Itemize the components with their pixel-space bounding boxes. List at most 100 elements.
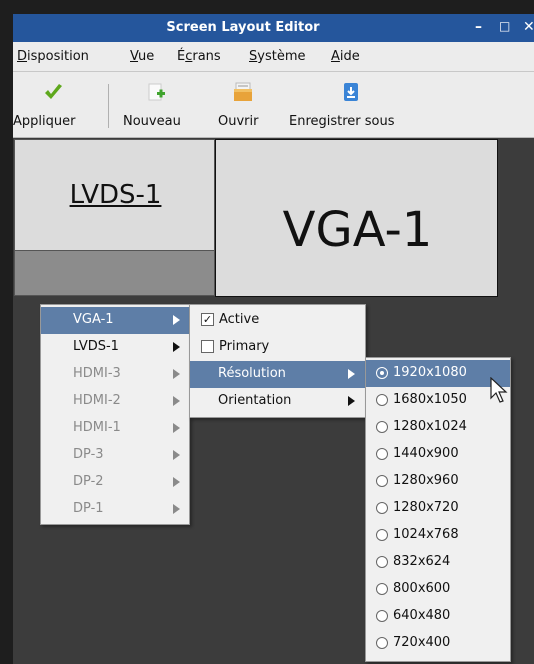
resolution-option-label: 1280x960 — [393, 473, 459, 488]
menu-disposition-label: isposition — [27, 49, 89, 64]
resolution-option[interactable]: 800x600 — [366, 576, 510, 603]
open-label: Ouvrir — [218, 114, 259, 129]
menu-vue[interactable]: Vue — [130, 49, 154, 64]
radio-icon — [376, 475, 388, 487]
new-label: Nouveau — [123, 114, 181, 129]
resolution-option-label: 832x624 — [393, 554, 451, 569]
submenu-arrow-icon — [348, 396, 355, 406]
orientation-menu-item[interactable]: Orientation — [190, 388, 365, 415]
menu-ecrans-pre: É — [177, 49, 186, 64]
active-check-icon: ✓ — [201, 313, 214, 326]
resolution-option[interactable]: 1280x1024 — [366, 414, 510, 441]
resolution-option[interactable]: 1280x720 — [366, 495, 510, 522]
submenu-arrow-icon — [173, 369, 180, 379]
resolution-option-label: 1024x768 — [393, 527, 459, 542]
primary-label: Primary — [219, 339, 270, 354]
output-item-hdmi-1: HDMI-1 — [41, 415, 189, 442]
resolution-option[interactable]: 1920x1080 — [366, 360, 510, 387]
resolution-option-label: 1440x900 — [393, 446, 459, 461]
radio-icon — [376, 448, 388, 460]
mouse-pointer-icon — [490, 377, 508, 403]
output-item-label: HDMI-2 — [73, 393, 121, 408]
output-item-dp-2: DP-2 — [41, 469, 189, 496]
radio-icon — [376, 421, 388, 433]
window-title: Screen Layout Editor — [166, 20, 320, 35]
resolution-option[interactable]: 640x480 — [366, 603, 510, 630]
resolution-option[interactable]: 1440x900 — [366, 441, 510, 468]
menu-aide-label: ide — [339, 49, 360, 64]
menu-ecrans[interactable]: Écrans — [177, 49, 221, 64]
output-item-label: DP-3 — [73, 447, 104, 462]
close-button[interactable]: ✕ — [523, 19, 534, 35]
radio-icon — [376, 583, 388, 595]
output-item-hdmi-2: HDMI-2 — [41, 388, 189, 415]
active-label: Active — [219, 312, 260, 327]
output-item-label: HDMI-1 — [73, 420, 121, 435]
save-icon — [344, 83, 358, 101]
resolution-option-label: 720x400 — [393, 635, 451, 650]
window-titlebar: Screen Layout Editor – □ ✕ — [13, 14, 534, 42]
new-button[interactable]: Nouveau — [118, 72, 196, 138]
radio-icon — [376, 529, 388, 541]
output-item-label: DP-2 — [73, 474, 104, 489]
apply-label: Appliquer — [13, 114, 76, 129]
output-item-lvds-1[interactable]: LVDS-1 — [41, 334, 189, 361]
outputs-menu: VGA-1 LVDS-1 HDMI-3 HDMI-2 HDMI-1 DP-3 D… — [40, 304, 190, 525]
menu-systeme-label: ystème — [257, 49, 306, 64]
submenu-arrow-icon — [173, 477, 180, 487]
menubar: Disposition Vue Écrans Système Aide — [13, 42, 534, 72]
output-item-label: LVDS-1 — [73, 339, 119, 354]
radio-selected-icon — [376, 367, 388, 379]
radio-icon — [376, 556, 388, 568]
resolution-label: Résolution — [218, 366, 286, 381]
submenu-arrow-icon — [173, 423, 180, 433]
screen-lvds-1[interactable]: LVDS-1 — [14, 139, 215, 251]
resolution-option-label: 800x600 — [393, 581, 451, 596]
radio-icon — [376, 502, 388, 514]
resolution-menu-item[interactable]: Résolution — [190, 361, 365, 388]
save-as-button[interactable]: Enregistrer sous — [287, 72, 417, 138]
new-document-icon — [148, 83, 165, 101]
menu-ecrans-label: rans — [192, 49, 221, 64]
submenu-arrow-icon — [348, 369, 355, 379]
menu-aide-accel: A — [331, 49, 340, 64]
screen-vga-1[interactable]: VGA-1 — [215, 139, 498, 297]
resolution-option[interactable]: 1680x1050 — [366, 387, 510, 414]
output-item-label: VGA-1 — [73, 312, 114, 327]
toolbar: Appliquer Nouveau Ouvrir Enregistrer sou… — [13, 72, 534, 138]
resolution-option[interactable]: 1280x960 — [366, 468, 510, 495]
active-checkbox[interactable]: ✓ Active — [190, 307, 365, 334]
resolution-option[interactable]: 1024x768 — [366, 522, 510, 549]
output-item-label: DP-1 — [73, 501, 104, 516]
primary-check-icon — [201, 340, 214, 353]
output-item-hdmi-3: HDMI-3 — [41, 361, 189, 388]
screen-lvds-1-label: LVDS-1 — [69, 180, 162, 210]
apply-button[interactable]: Appliquer — [13, 72, 101, 138]
open-button[interactable]: Ouvrir — [213, 72, 273, 138]
menu-disposition[interactable]: Disposition — [17, 49, 89, 64]
resolution-option-label: 1280x1024 — [393, 419, 467, 434]
radio-icon — [376, 394, 388, 406]
primary-checkbox[interactable]: Primary — [190, 334, 365, 361]
toolbar-separator — [108, 84, 109, 128]
output-item-dp-1: DP-1 — [41, 496, 189, 523]
resolution-option[interactable]: 720x400 — [366, 630, 510, 657]
resolution-option-label: 1280x720 — [393, 500, 459, 515]
menu-aide[interactable]: Aide — [331, 49, 360, 64]
folder-icon — [234, 82, 252, 101]
submenu-arrow-icon — [173, 315, 180, 325]
submenu-arrow-icon — [173, 396, 180, 406]
output-item-vga-1[interactable]: VGA-1 — [41, 307, 189, 334]
maximize-button[interactable]: □ — [499, 19, 510, 33]
menu-systeme[interactable]: Système — [249, 49, 306, 64]
orientation-label: Orientation — [218, 393, 292, 408]
minimize-button[interactable]: – — [475, 19, 482, 35]
submenu-arrow-icon — [173, 504, 180, 514]
screen-vga-1-label: VGA-1 — [282, 202, 433, 258]
submenu-arrow-icon — [173, 342, 180, 352]
resolution-option[interactable]: 832x624 — [366, 549, 510, 576]
save-as-label: Enregistrer sous — [289, 114, 395, 129]
output-item-dp-3: DP-3 — [41, 442, 189, 469]
menu-vue-accel: V — [130, 49, 139, 64]
resolution-option-label: 1680x1050 — [393, 392, 467, 407]
